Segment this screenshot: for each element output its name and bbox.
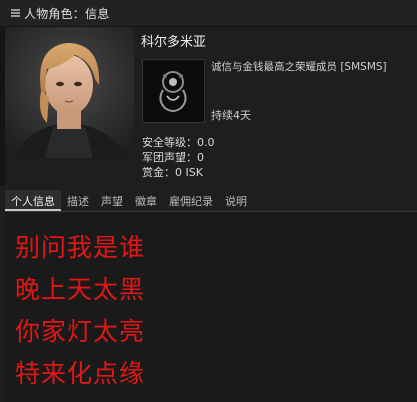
bio-line: 特来化点缘 — [15, 359, 146, 388]
character-stats: 安全等级：0.0 军团声望：0 赏金：0 ISK — [142, 135, 215, 180]
title-bar[interactable]: 人物角色：信息 — [0, 0, 417, 27]
security-status: 安全等级：0.0 — [142, 136, 215, 149]
corp-emblem-icon[interactable] — [142, 59, 205, 123]
tab-employment-history[interactable]: 雇佣纪录 — [163, 190, 219, 211]
portrait-image — [5, 27, 134, 158]
info-tabs: 个人信息 描述 声望 徽章 雇佣纪录 说明 — [5, 190, 417, 212]
bounty: 赏金：0 ISK — [142, 166, 203, 179]
tab-notes[interactable]: 说明 — [219, 190, 253, 211]
corp-emblem-graphic — [143, 60, 204, 122]
corporation-name[interactable]: 诚信与金钱最高之荣耀成员 [SMSMS] — [211, 59, 387, 74]
character-name[interactable]: 科尔多米亚 — [141, 31, 206, 50]
tab-standings[interactable]: 声望 — [95, 190, 129, 211]
character-info-window: 人物角色：信息 科尔多米亚 诚信与金钱最高之荣耀成员 [SMSMS] 持续4天 … — [0, 0, 417, 402]
bio-line: 你家灯太亮 — [15, 317, 146, 346]
bio-line: 别问我是谁 — [15, 233, 146, 262]
character-portrait[interactable] — [5, 27, 134, 158]
tab-description[interactable]: 描述 — [61, 190, 95, 211]
faction-standing: 军团声望：0 — [142, 151, 204, 164]
tab-personal-info[interactable]: 个人信息 — [5, 190, 61, 211]
bio-line: 晚上天太黑 — [15, 275, 146, 304]
menu-icon[interactable] — [11, 9, 20, 17]
bio-panel: 别问我是谁 晚上天太黑 你家灯太亮 特来化点缘 — [5, 212, 417, 402]
membership-duration: 持续4天 — [211, 109, 251, 122]
tab-medals[interactable]: 徽章 — [129, 190, 163, 211]
window-title: 人物角色：信息 — [24, 7, 110, 21]
